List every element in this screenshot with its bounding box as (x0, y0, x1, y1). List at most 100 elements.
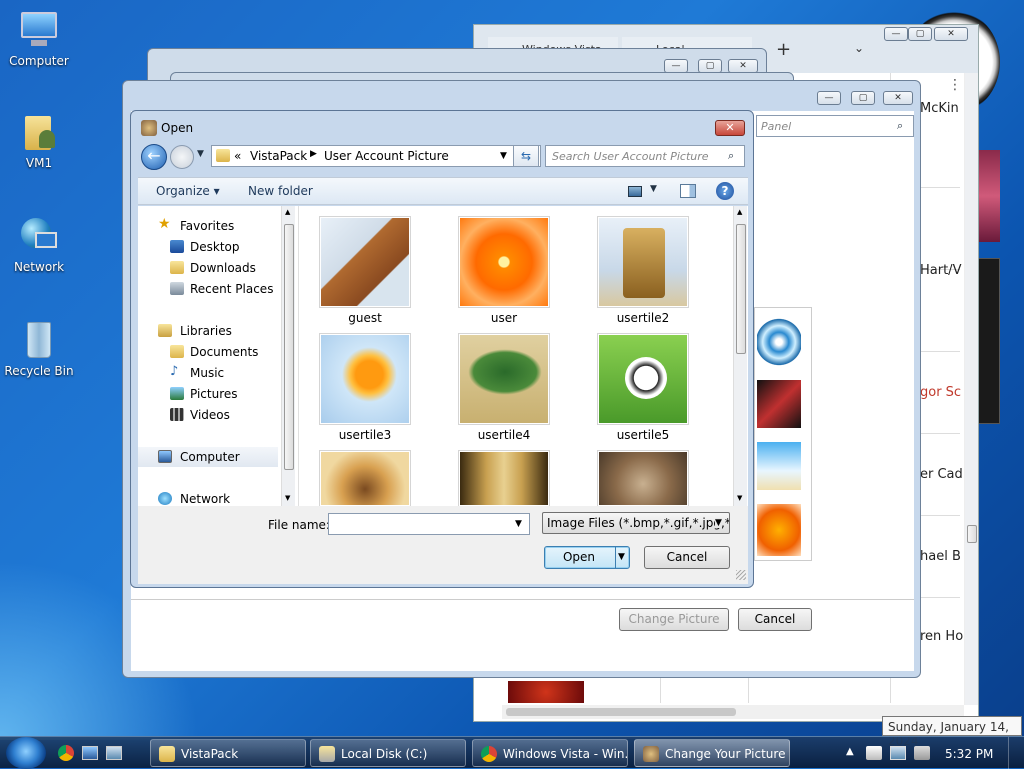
nav-libraries[interactable]: Libraries (138, 321, 288, 341)
taskbar-item-vistapack[interactable]: VistaPack (150, 739, 306, 767)
media-gadget (978, 258, 1000, 424)
minimize-icon[interactable]: — (664, 59, 688, 73)
new-folder-button[interactable]: New folder (248, 184, 313, 198)
scroll-up-icon[interactable]: ▲ (737, 208, 742, 216)
nav-downloads[interactable]: Downloads (138, 258, 288, 278)
desktop-icon-network[interactable]: Network (3, 216, 75, 274)
tray-expand-icon[interactable]: ▲ (846, 746, 854, 757)
scrollbar-thumb[interactable] (284, 224, 294, 470)
refresh-icon[interactable]: ⇆ (513, 145, 539, 167)
taskbar-item-chrome[interactable]: Windows Vista - Win... (472, 739, 628, 767)
recent-chevron-icon[interactable]: ▼ (197, 149, 204, 159)
nav-recent-places[interactable]: Recent Places (138, 279, 288, 299)
close-icon[interactable]: ✕ (728, 59, 758, 73)
show-desktop-button[interactable] (1008, 737, 1024, 769)
tile-usertile6[interactable] (319, 450, 411, 506)
chrome-icon[interactable] (58, 745, 74, 761)
tile-usertile5[interactable] (597, 333, 689, 425)
maximize-icon[interactable]: ▢ (698, 59, 722, 73)
sailboat-thumb[interactable] (757, 442, 801, 490)
control-panel-search[interactable]: Panel ⌕ (756, 115, 914, 137)
nav-videos[interactable]: Videos (138, 405, 288, 425)
nav-pictures[interactable]: Pictures (138, 384, 288, 404)
nav-computer[interactable]: Computer (138, 447, 278, 467)
downloads-icon (170, 261, 184, 274)
scrollbar-thumb[interactable] (506, 708, 736, 716)
flower-thumb[interactable] (757, 504, 801, 556)
cancel-button[interactable]: Cancel (738, 608, 812, 631)
scroll-down-icon[interactable]: ▼ (737, 494, 742, 502)
scroll-down-icon[interactable]: ▼ (285, 494, 290, 502)
tile-guest[interactable] (319, 216, 411, 308)
cancel-button[interactable]: Cancel (644, 546, 730, 569)
minimize-icon[interactable]: — (884, 27, 908, 41)
new-tab-icon[interactable]: + (776, 39, 791, 60)
chevron-down-icon[interactable]: ⌄ (854, 41, 864, 55)
maximize-icon[interactable]: ▢ (908, 27, 932, 41)
nav-desktop[interactable]: Desktop (138, 237, 288, 257)
tile-user[interactable] (458, 216, 550, 308)
tile-usertile7[interactable] (458, 450, 550, 506)
desktop-icon-recycle-bin[interactable]: Recycle Bin (3, 320, 75, 378)
nav-music[interactable]: ♪ Music (138, 363, 288, 383)
scrollbar-thumb[interactable] (967, 525, 977, 543)
network-status-icon[interactable] (890, 746, 906, 760)
ferris-wheel-thumb[interactable] (757, 318, 801, 366)
preview-pane-icon[interactable] (680, 184, 696, 198)
tile-usertile2[interactable] (597, 216, 689, 308)
close-icon[interactable]: ✕ (715, 120, 745, 136)
desktop-icon-vm1[interactable]: VM1 (3, 112, 75, 170)
nav-documents[interactable]: Documents (138, 342, 288, 362)
organize-menu[interactable]: Organize ▾ (156, 184, 220, 198)
minimize-icon[interactable]: — (817, 91, 841, 105)
address-bar[interactable]: « VistaPack ▶ User Account Picture ▼ (211, 145, 541, 167)
open-button[interactable]: Open ▼ (544, 546, 630, 569)
open-dropdown-icon[interactable]: ▼ (618, 547, 625, 568)
menu-icon[interactable]: ⋮ (948, 77, 962, 93)
desktop-icon-computer[interactable]: Computer (3, 10, 75, 68)
suitcase-image (321, 218, 409, 306)
close-icon[interactable]: ✕ (934, 27, 968, 41)
nav-label: Videos (190, 408, 230, 422)
scroll-up-icon[interactable]: ▲ (285, 208, 290, 216)
breadcrumb-vistapack[interactable]: VistaPack (250, 149, 307, 163)
maximize-icon[interactable]: ▢ (851, 91, 875, 105)
volume-icon[interactable] (914, 746, 930, 760)
change-picture-button[interactable]: Change Picture (619, 608, 729, 631)
crane-thumb[interactable] (757, 380, 801, 428)
browser-scrollbar[interactable] (964, 73, 978, 705)
file-type-select[interactable]: Image Files (*.bmp,*.gif,*.jpg,*. ▼ (542, 512, 730, 534)
back-arrow-icon[interactable]: ← (141, 144, 167, 170)
search-input[interactable]: Search User Account Picture ⌕ (545, 145, 745, 167)
filename-dropdown-icon[interactable]: ▼ (515, 519, 522, 529)
view-dropdown-icon[interactable]: ▼ (650, 184, 657, 194)
taskbar-item-change-picture[interactable]: Change Your Picture (634, 739, 790, 767)
help-icon[interactable]: ? (716, 182, 734, 200)
file-type-value: Image Files (*.bmp,*.gif,*.jpg,*. (547, 516, 730, 530)
taskbar-item-local-disk[interactable]: Local Disk (C:) (310, 739, 466, 767)
breadcrumb-user-account-picture[interactable]: User Account Picture (324, 149, 449, 163)
file-list: guest user usertile2 usertile3 usertile4… (298, 206, 748, 506)
tile-usertile8[interactable] (597, 450, 689, 506)
action-center-icon[interactable] (866, 746, 882, 760)
view-icon[interactable] (628, 186, 642, 197)
start-button[interactable] (6, 737, 46, 769)
forward-arrow-icon[interactable] (170, 145, 194, 169)
breadcrumb-separator-icon[interactable]: ▶ (310, 149, 317, 159)
nav-scrollbar[interactable]: ▲ ▼ (281, 206, 295, 506)
nav-label: Documents (190, 345, 259, 359)
content-scrollbar[interactable]: ▲ ▼ (733, 206, 747, 506)
filename-input[interactable]: ▼ (328, 513, 530, 535)
address-dropdown-icon[interactable]: ▼ (500, 151, 507, 161)
show-desktop-icon[interactable] (82, 746, 98, 760)
sheet-cell: McKin (920, 101, 959, 116)
clock-time[interactable]: 5:32 PM (945, 747, 993, 761)
switch-windows-icon[interactable] (106, 746, 122, 760)
resize-grip-icon[interactable] (736, 570, 746, 580)
scrollbar-thumb[interactable] (736, 224, 746, 354)
tile-usertile4[interactable] (458, 333, 550, 425)
folder-icon (159, 746, 175, 762)
nav-favorites[interactable]: ★ Favorites (138, 216, 288, 236)
tile-usertile3[interactable] (319, 333, 411, 425)
close-icon[interactable]: ✕ (883, 91, 913, 105)
